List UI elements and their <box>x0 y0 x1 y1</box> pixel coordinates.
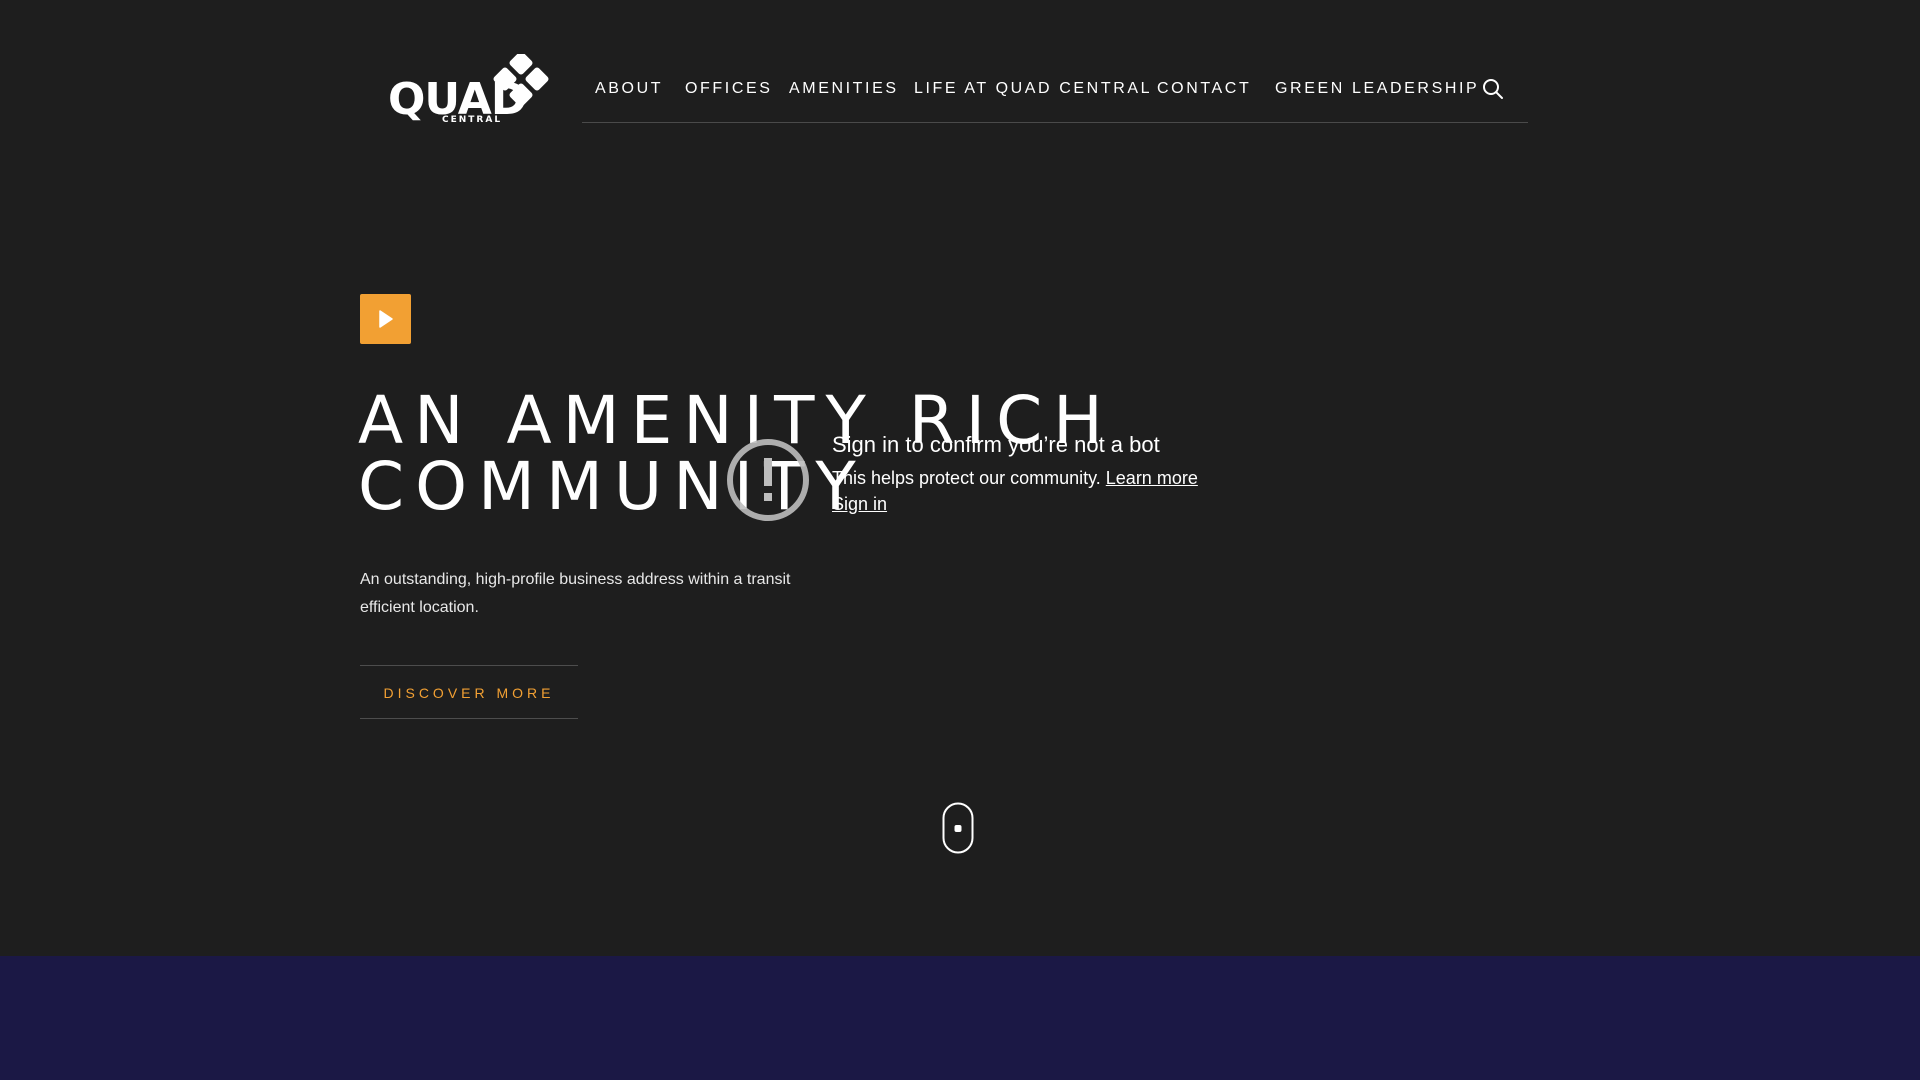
bot-check-text: This helps protect our community. Learn … <box>832 468 1198 489</box>
nav-amenities[interactable]: AMENITIES <box>789 80 899 98</box>
play-icon <box>379 310 393 328</box>
nav-contact[interactable]: CONTACT <box>1157 80 1251 98</box>
nav-life-at-quad-central[interactable]: LIFE AT QUAD CENTRAL <box>914 80 1152 98</box>
hero-description: An outstanding, high-profile business ad… <box>360 571 791 616</box>
main-navigation: ABOUT OFFICES AMENITIES LIFE AT QUAD CEN… <box>582 70 1528 123</box>
logo-subtitle: CENTRAL <box>442 115 503 125</box>
bot-check-message: This helps protect our community. <box>832 468 1106 488</box>
bot-check-overlay: Sign in to confirm you’re not a bot This… <box>726 432 1226 532</box>
alert-icon <box>727 439 809 521</box>
search-icon[interactable] <box>1482 78 1504 100</box>
discover-more-button[interactable]: DISCOVER MORE <box>360 665 578 719</box>
sign-in-link[interactable]: Sign in <box>832 494 887 515</box>
learn-more-link[interactable]: Learn more <box>1106 468 1198 488</box>
logo-diamond-icon <box>493 54 549 107</box>
nav-about[interactable]: ABOUT <box>595 80 663 98</box>
nav-green-leadership[interactable]: GREEN LEADERSHIP <box>1275 80 1479 98</box>
quad-central-logo[interactable]: QUAD CENTRAL <box>388 52 550 126</box>
site-header: QUAD CENTRAL ABOUT OFFICES AMENITIES LIF… <box>0 0 1920 130</box>
play-video-button[interactable] <box>360 294 411 344</box>
nav-offices[interactable]: OFFICES <box>685 80 773 98</box>
next-section-band <box>0 956 1920 1080</box>
bot-check-title: Sign in to confirm you’re not a bot <box>832 432 1160 457</box>
mouse-scroll-icon[interactable] <box>942 802 974 854</box>
